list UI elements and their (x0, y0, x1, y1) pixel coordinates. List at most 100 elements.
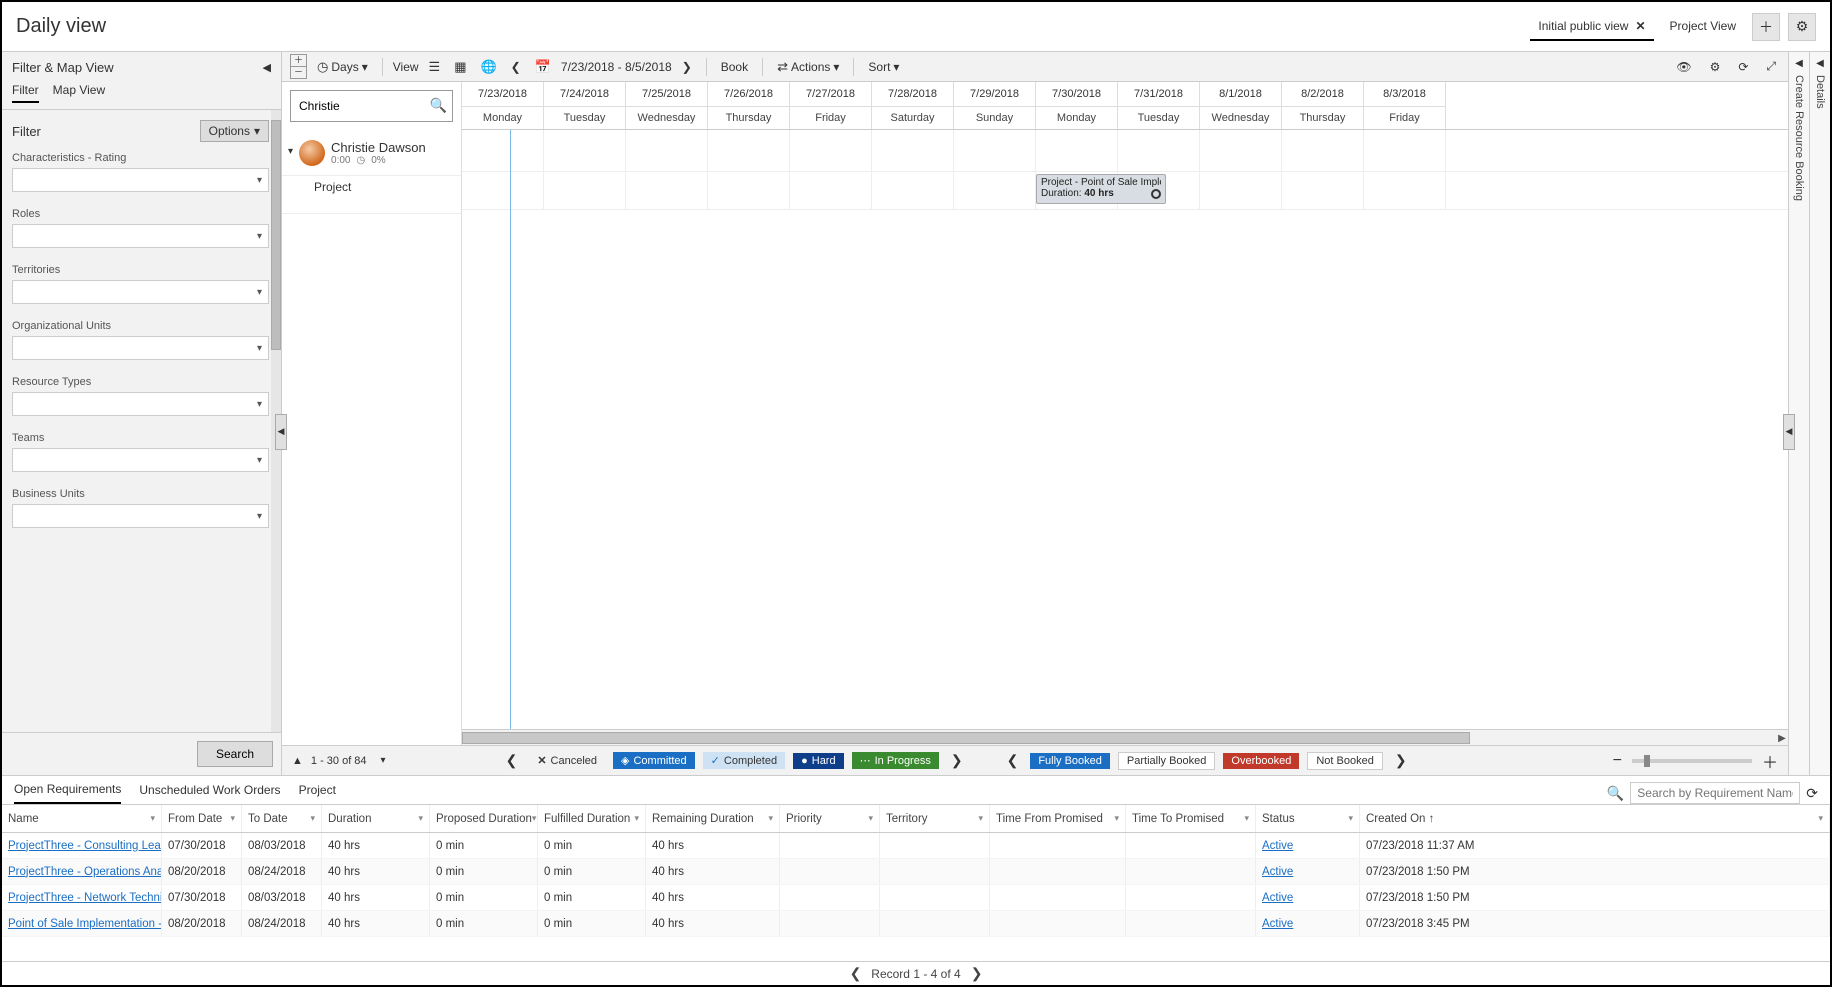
scroll-right-icon[interactable]: ▶ (1774, 730, 1788, 745)
column-header[interactable]: Name▾ (2, 805, 162, 832)
column-filter-icon[interactable]: ▾ (978, 813, 983, 824)
column-filter-icon[interactable]: ▾ (418, 813, 423, 824)
add-view-button[interactable]: ＋ (1752, 13, 1780, 41)
filter-select-0[interactable] (12, 168, 269, 192)
filter-select-4[interactable] (12, 392, 269, 416)
tab-project[interactable]: Project (299, 783, 336, 803)
grid-cell[interactable] (708, 130, 790, 171)
splitter-left[interactable]: ◀ (275, 414, 287, 450)
status-link[interactable]: Active (1262, 918, 1293, 930)
view-tab-project[interactable]: Project View (1662, 13, 1744, 41)
booking-legend-prev-icon[interactable]: ❮ (1003, 752, 1023, 769)
filter-select-1[interactable] (12, 224, 269, 248)
column-filter-icon[interactable]: ▾ (1244, 813, 1249, 824)
grid-cell[interactable] (790, 130, 872, 171)
map-view-button[interactable]: 🌐 (476, 57, 500, 77)
options-button[interactable]: Options▾ (200, 120, 269, 142)
status-link[interactable]: Active (1262, 840, 1293, 852)
requirement-link[interactable]: ProjectThree - Network Technician (8, 892, 162, 904)
column-filter-icon[interactable]: ▾ (1348, 813, 1353, 824)
timescale-days[interactable]: ◷ Days ▾ (313, 57, 372, 77)
column-header[interactable]: Territory▾ (880, 805, 990, 832)
grid-cell[interactable] (954, 172, 1036, 209)
search-icon[interactable]: 🔍 (430, 97, 447, 114)
column-header[interactable]: To Date▾ (242, 805, 322, 832)
column-filter-icon[interactable]: ▾ (1114, 813, 1119, 824)
tab-filter[interactable]: Filter (12, 83, 39, 103)
grid-cell[interactable] (1364, 172, 1446, 209)
column-header[interactable]: Fulfilled Duration▾ (538, 805, 646, 832)
legend-committed[interactable]: ◈Committed (613, 752, 695, 769)
table-row[interactable]: ProjectThree - Consulting Lead 07/30/201… (2, 833, 1830, 859)
scrollbar-horizontal[interactable]: ◀ ▶ (462, 729, 1788, 745)
filter-select-2[interactable] (12, 280, 269, 304)
grid-cell[interactable] (1200, 172, 1282, 209)
grid-cell[interactable] (626, 172, 708, 209)
column-header[interactable]: Created On ↑▾ (1360, 805, 1830, 832)
table-row[interactable]: ProjectThree - Operations Analyst 08/20/… (2, 859, 1830, 885)
status-link[interactable]: Active (1262, 866, 1293, 878)
tab-open-requirements[interactable]: Open Requirements (14, 782, 121, 804)
zoom-slider[interactable] (1632, 759, 1752, 763)
actions-menu[interactable]: ⇄ Actions ▾ (773, 57, 843, 77)
search-button[interactable]: Search (197, 741, 273, 767)
close-icon[interactable]: ✕ (1635, 19, 1645, 33)
grid-cell[interactable] (462, 172, 544, 209)
zoom-out-button[interactable]: − (1613, 752, 1622, 770)
requirement-link[interactable]: ProjectThree - Operations Analyst (8, 866, 162, 878)
next-range-button[interactable]: ❯ (678, 58, 696, 76)
grid-cell[interactable] (544, 130, 626, 171)
grid-cell[interactable] (872, 130, 954, 171)
column-header[interactable]: Priority▾ (780, 805, 880, 832)
column-header[interactable]: Remaining Duration▾ (646, 805, 780, 832)
expand-resource-icon[interactable]: ▾ (288, 146, 293, 157)
expand-up-icon[interactable]: ▲ (292, 755, 303, 767)
requirement-link[interactable]: Point of Sale Implementation - O... (8, 918, 162, 930)
filter-select-5[interactable] (12, 448, 269, 472)
column-filter-icon[interactable]: ▾ (1818, 813, 1823, 824)
resource-search-input[interactable] (290, 90, 453, 122)
legend-inprogress[interactable]: ⋯In Progress (852, 752, 939, 769)
grid-cell[interactable] (872, 172, 954, 209)
legend-canceled[interactable]: ✕Canceled (529, 752, 605, 769)
grid-cell[interactable] (954, 130, 1036, 171)
page-next-button[interactable]: ❯ (971, 965, 983, 982)
requirement-search-input[interactable] (1630, 782, 1800, 804)
visibility-button[interactable]: 👁 (1672, 57, 1695, 76)
grid-cell[interactable] (544, 172, 626, 209)
column-header[interactable]: Time To Promised▾ (1126, 805, 1256, 832)
column-filter-icon[interactable]: ▾ (310, 813, 315, 824)
legend-next-icon[interactable]: ❯ (947, 752, 967, 769)
list-view-button[interactable]: ☰ (425, 57, 445, 77)
grid-cell[interactable] (1282, 172, 1364, 209)
grid-cell[interactable] (790, 172, 872, 209)
resource-sub-row[interactable]: Project (282, 176, 461, 214)
column-filter-icon[interactable]: ▾ (532, 813, 537, 824)
prev-range-button[interactable]: ❮ (507, 58, 525, 76)
grid-cell[interactable] (1282, 130, 1364, 171)
grid-cell[interactable] (708, 172, 790, 209)
grid-cell[interactable]: Project - Point of Sale Implemen Duratio… (1036, 172, 1118, 209)
grid-cell[interactable] (1118, 130, 1200, 171)
column-filter-icon[interactable]: ▾ (634, 813, 639, 824)
filter-select-3[interactable] (12, 336, 269, 360)
collapse-left-icon[interactable]: ◀ (263, 61, 271, 74)
legend-prev-icon[interactable]: ❮ (502, 752, 522, 769)
column-header[interactable]: Proposed Duration▾ (430, 805, 538, 832)
page-prev-button[interactable]: ❮ (850, 965, 862, 982)
column-header[interactable]: Time From Promised▾ (990, 805, 1126, 832)
search-icon[interactable]: 🔍 (1607, 785, 1624, 802)
column-header[interactable]: From Date▾ (162, 805, 242, 832)
table-row[interactable]: ProjectThree - Network Technician 07/30/… (2, 885, 1830, 911)
column-filter-icon[interactable]: ▾ (230, 813, 235, 824)
filter-select-6[interactable] (12, 504, 269, 528)
status-link[interactable]: Active (1262, 892, 1293, 904)
column-header[interactable]: Duration▾ (322, 805, 430, 832)
grid-cell[interactable] (1036, 130, 1118, 171)
expand-collapse-rows[interactable]: ＋－ (290, 54, 307, 79)
booking-legend-next-icon[interactable]: ❯ (1391, 752, 1411, 769)
grid-cell[interactable] (626, 130, 708, 171)
view-tab-initial[interactable]: Initial public view ✕ (1530, 13, 1653, 41)
board-settings-button[interactable]: ⚙ (1706, 57, 1725, 76)
legend-fullybooked[interactable]: Fully Booked (1030, 753, 1110, 769)
